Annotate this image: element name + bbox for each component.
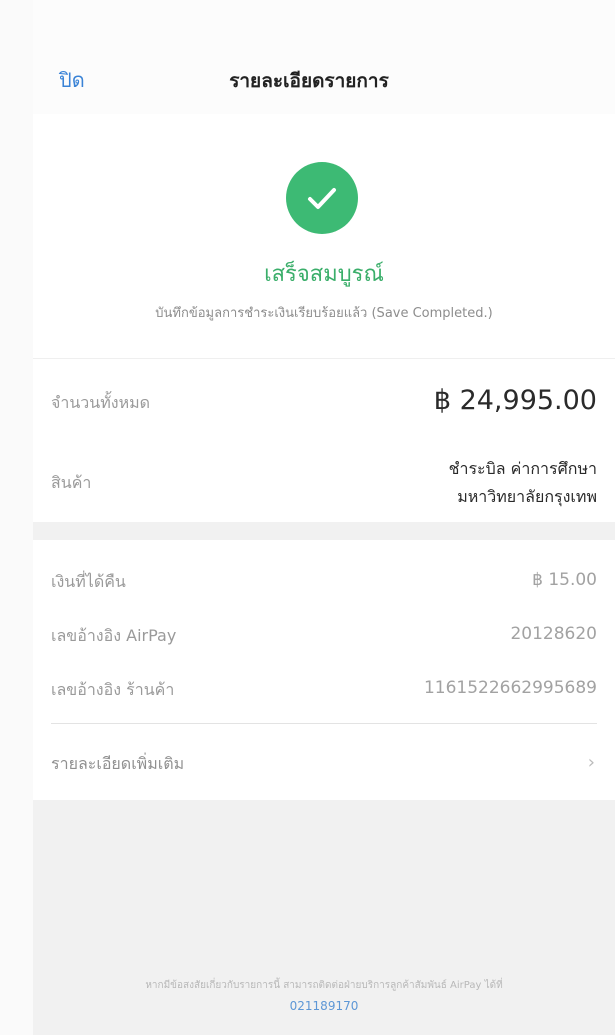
product-value: ชำระบิล ค่าการศึกษา มหาวิทยาลัยกรุงเทพ [449, 455, 597, 511]
amount-value: ฿ 24,995.00 [433, 385, 597, 416]
divider [51, 723, 597, 724]
airpay-ref-value: 20128620 [510, 624, 597, 644]
transaction-detail-screen: ปิด รายละเอียดรายการ เสร็จสมบูรณ์ บันทึก… [33, 0, 615, 1035]
product-line-1: ชำระบิล ค่าการศึกษา [448, 459, 597, 478]
footer-note: หากมีข้อสงสัยเกี่ยวกับรายการนี้ สามารถติ… [145, 980, 503, 991]
airpay-ref-row: เลขอ้างอิง AirPay 20128620 [33, 614, 615, 654]
status-subtitle: บันทึกข้อมูลการชำระเงินเรียบร้อยแล้ว (Sa… [155, 306, 493, 321]
more-details-label: รายละเอียดเพิ่มเติม [51, 754, 185, 773]
cashback-value: ฿ 15.00 [532, 570, 597, 590]
product-label: สินค้า [51, 473, 92, 492]
amount-label: จำนวนทั้งหมด [51, 393, 151, 412]
support-phone-link[interactable]: 021189170 [33, 999, 615, 1013]
page-title: รายละเอียดรายการ [229, 70, 389, 92]
cashback-label: เงินที่ได้คืน [51, 572, 126, 591]
details-section: เงินที่ได้คืน ฿ 15.00 เลขอ้างอิง AirPay … [33, 540, 615, 800]
merchant-ref-label: เลขอ้างอิง ร้านค้า [51, 680, 175, 699]
summary-section: จำนวนทั้งหมด ฿ 24,995.00 สินค้า ชำระบิล … [33, 358, 615, 522]
chevron-right-icon: › [587, 752, 595, 773]
status-section: เสร็จสมบูรณ์ บันทึกข้อมูลการชำระเงินเรีย… [33, 114, 615, 358]
airpay-ref-label: เลขอ้างอิง AirPay [51, 626, 177, 645]
cashback-row: เงินที่ได้คืน ฿ 15.00 [33, 560, 615, 600]
check-icon [286, 162, 358, 234]
more-details-row[interactable]: รายละเอียดเพิ่มเติม › [33, 740, 615, 786]
header-bar: ปิด รายละเอียดรายการ [33, 0, 615, 114]
merchant-ref-row: เลขอ้างอิง ร้านค้า 1161522662995689 [33, 668, 615, 708]
product-line-2: มหาวิทยาลัยกรุงเทพ [457, 487, 597, 506]
status-title: เสร็จสมบูรณ์ [264, 262, 384, 287]
merchant-ref-value: 1161522662995689 [423, 678, 597, 698]
